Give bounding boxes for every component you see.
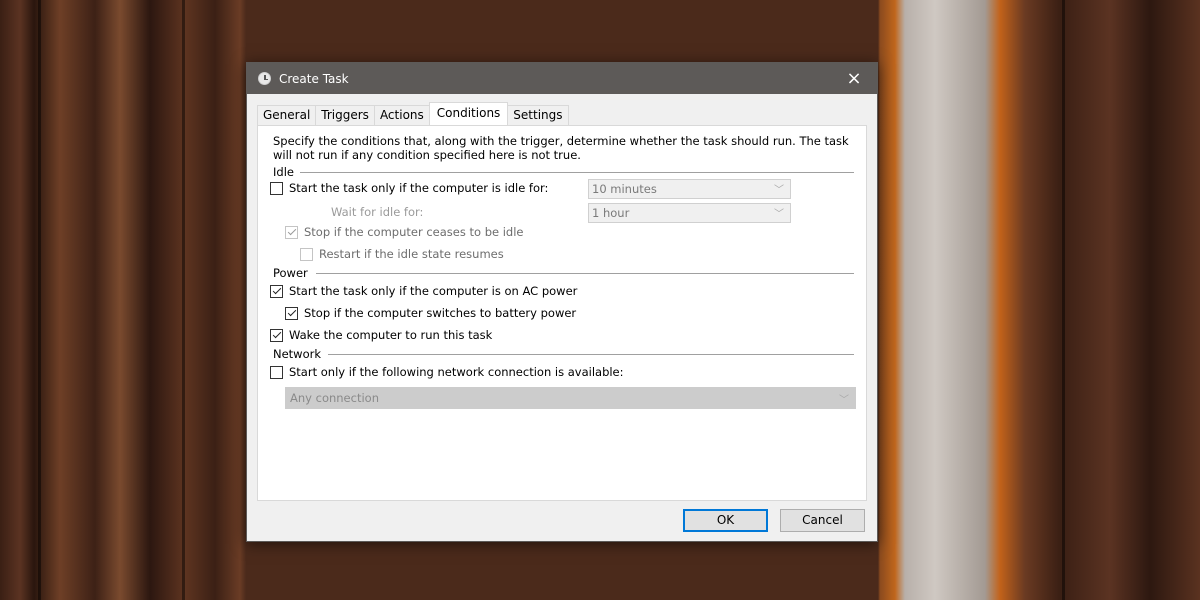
start-if-network-checkbox[interactable] xyxy=(270,365,283,379)
background-plank-seam xyxy=(1062,0,1065,600)
stop-on-battery-label: Stop if the computer switches to battery… xyxy=(304,306,577,320)
close-button[interactable]: × xyxy=(831,63,877,94)
start-if-idle-checkbox[interactable] xyxy=(270,181,283,195)
stop-on-battery-option[interactable]: Stop if the computer switches to battery… xyxy=(285,306,576,320)
idle-group-label: Idle xyxy=(273,165,294,179)
power-group-divider xyxy=(316,273,854,274)
tab-settings[interactable]: Settings xyxy=(507,105,569,125)
restart-if-idle-resumes-option[interactable]: Restart if the idle state resumes xyxy=(300,247,504,261)
background-plank-seam xyxy=(38,0,41,600)
create-task-dialog: Create Task × General Triggers Actions C… xyxy=(246,62,878,542)
idle-group-divider xyxy=(300,172,854,173)
wait-for-idle-dropdown[interactable]: 1 hour ﹀ xyxy=(588,203,791,223)
chevron-down-icon: ﹀ xyxy=(774,209,784,220)
restart-if-idle-resumes-checkbox[interactable] xyxy=(300,247,313,261)
wake-to-run-option[interactable]: Wake the computer to run this task xyxy=(270,328,492,342)
idle-duration-value: 10 minutes xyxy=(592,182,657,196)
stop-if-ceases-idle-label: Stop if the computer ceases to be idle xyxy=(304,225,524,239)
restart-if-idle-resumes-label: Restart if the idle state resumes xyxy=(319,247,504,261)
tab-strip: General Triggers Actions Conditions Sett… xyxy=(257,102,569,125)
background-plank-seam xyxy=(182,0,185,600)
start-if-idle-option[interactable]: Start the task only if the computer is i… xyxy=(270,181,548,195)
wake-to-run-checkbox[interactable] xyxy=(270,328,283,342)
start-on-ac-option[interactable]: Start the task only if the computer is o… xyxy=(270,284,577,298)
tab-general[interactable]: General xyxy=(257,105,317,125)
wait-for-idle-row: Wait for idle for: xyxy=(331,205,423,219)
network-connection-value: Any connection xyxy=(290,391,379,405)
cancel-button[interactable]: Cancel xyxy=(780,509,865,532)
network-group-divider xyxy=(328,354,854,355)
wait-for-idle-value: 1 hour xyxy=(592,206,630,220)
stop-if-ceases-idle-checkbox[interactable] xyxy=(285,225,298,239)
start-if-network-label: Start only if the following network conn… xyxy=(289,365,624,379)
title-bar[interactable]: Create Task × xyxy=(247,63,877,94)
stop-if-ceases-idle-option[interactable]: Stop if the computer ceases to be idle xyxy=(285,225,524,239)
tab-actions[interactable]: Actions xyxy=(373,105,430,125)
window-title: Create Task xyxy=(279,71,349,86)
conditions-panel: Specify the conditions that, along with … xyxy=(257,125,867,501)
ok-button[interactable]: OK xyxy=(683,509,768,532)
chevron-down-icon: ﹀ xyxy=(839,395,849,406)
clock-icon xyxy=(258,72,271,85)
tab-triggers[interactable]: Triggers xyxy=(315,105,375,125)
start-if-network-option[interactable]: Start only if the following network conn… xyxy=(270,365,624,379)
start-on-ac-checkbox[interactable] xyxy=(270,284,283,298)
wake-to-run-label: Wake the computer to run this task xyxy=(289,328,493,342)
chevron-down-icon: ﹀ xyxy=(774,185,784,196)
idle-duration-dropdown[interactable]: 10 minutes ﹀ xyxy=(588,179,791,199)
network-group-label: Network xyxy=(273,347,322,361)
stop-on-battery-checkbox[interactable] xyxy=(285,306,298,320)
start-on-ac-label: Start the task only if the computer is o… xyxy=(289,284,578,298)
wait-for-idle-label: Wait for idle for: xyxy=(331,205,424,219)
tab-conditions[interactable]: Conditions xyxy=(428,102,509,125)
power-group-label: Power xyxy=(273,266,308,280)
conditions-description: Specify the conditions that, along with … xyxy=(273,134,849,162)
network-connection-dropdown[interactable]: Any connection ﹀ xyxy=(285,387,856,409)
start-if-idle-label: Start the task only if the computer is i… xyxy=(289,181,549,195)
